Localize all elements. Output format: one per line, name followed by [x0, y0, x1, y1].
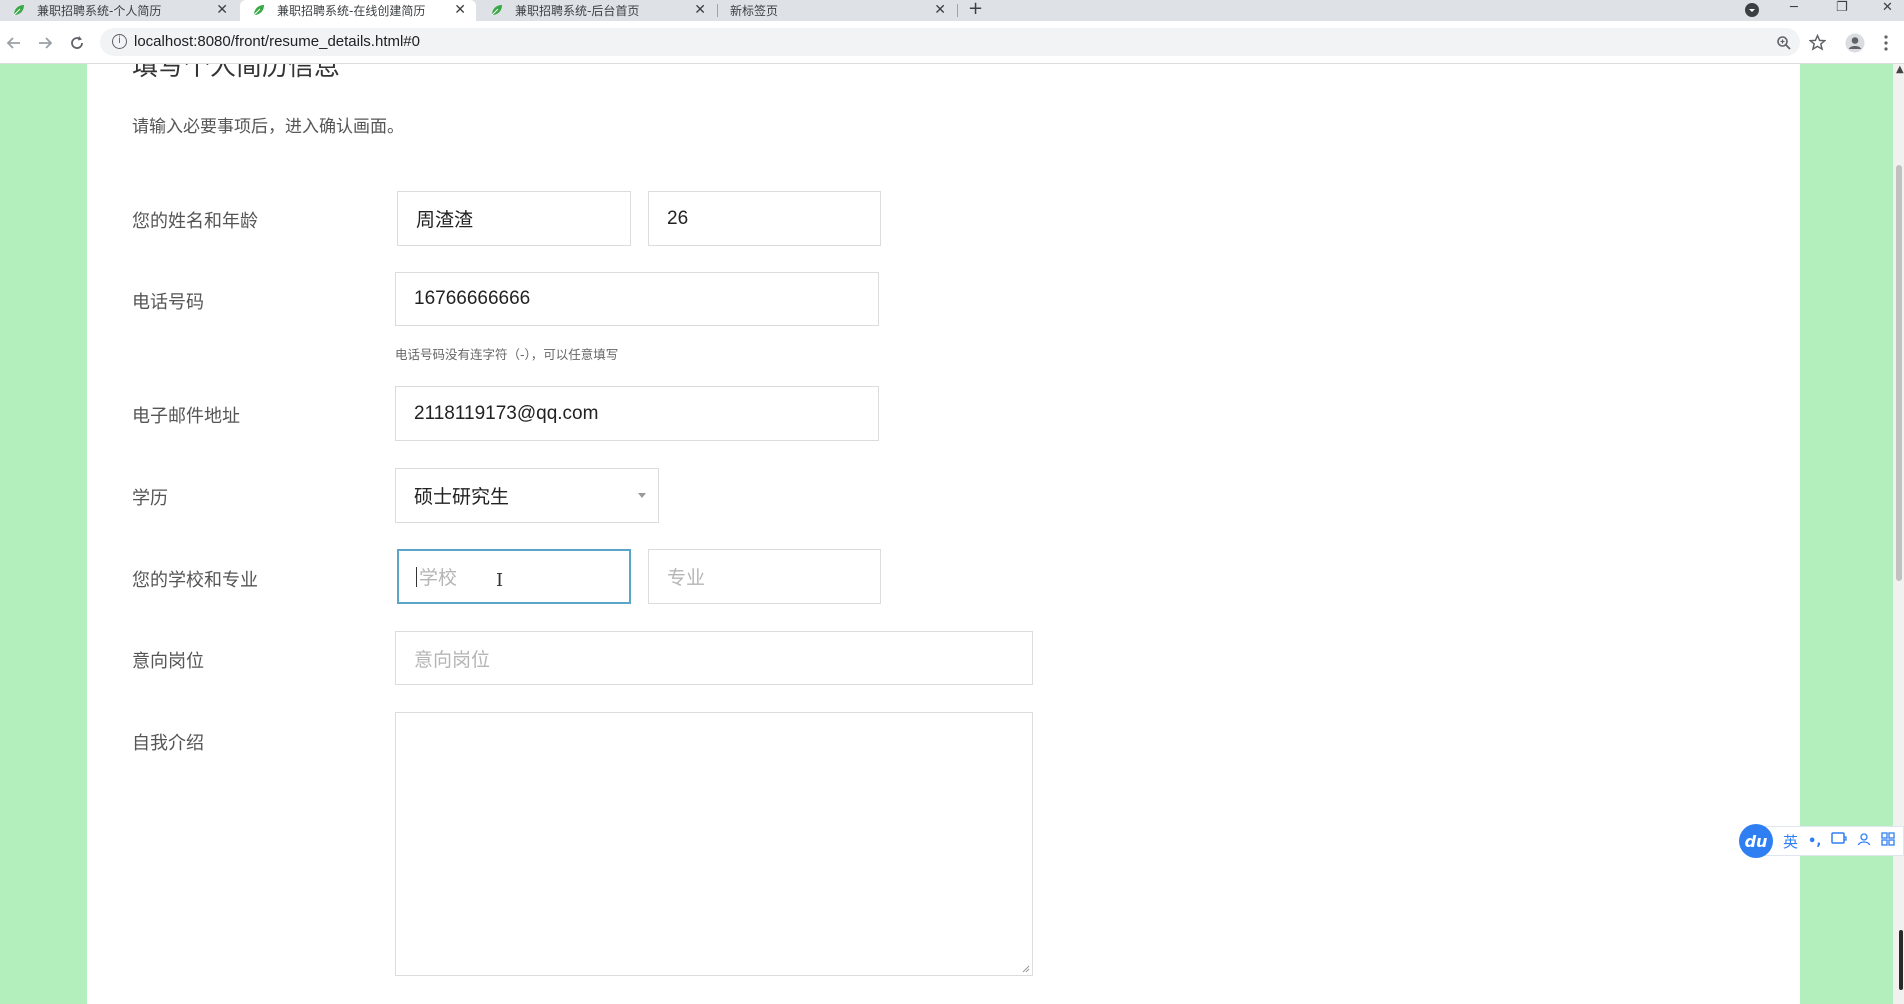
- page-background-left: [0, 64, 87, 1004]
- education-select[interactable]: 硕士研究生: [395, 468, 659, 523]
- url-text[interactable]: localhost:8080/front/resume_details.html…: [134, 33, 420, 50]
- dropdown-arrow-icon: [638, 493, 646, 498]
- bookmark-star-icon[interactable]: [1809, 21, 1826, 64]
- scrollbar-lower-thumb[interactable]: [1899, 930, 1903, 990]
- new-tab-button[interactable]: +: [968, 0, 983, 18]
- scroll-up-arrow-icon[interactable]: ▲: [1896, 64, 1904, 75]
- school-placeholder: 学校: [419, 568, 458, 589]
- leaf-favicon-icon: [490, 4, 503, 17]
- tab-title: 兼职招聘系统-在线创建简历: [277, 4, 426, 18]
- tab-search-icon[interactable]: [1744, 2, 1760, 23]
- site-info-icon[interactable]: i: [112, 34, 127, 49]
- back-arrow-icon[interactable]: [6, 21, 22, 64]
- zoom-icon[interactable]: [1776, 21, 1792, 64]
- school-major-label: 您的学校和专业: [132, 570, 258, 591]
- leaf-favicon-icon: [252, 4, 265, 17]
- tab-create-resume[interactable]: 兼职招聘系统-在线创建简历 ✕: [240, 0, 476, 21]
- tab-close-icon[interactable]: ✕: [694, 1, 706, 19]
- email-value: 2118119173@qq.com: [414, 402, 599, 424]
- school-input[interactable]: 学校: [397, 549, 631, 604]
- reload-icon[interactable]: [69, 21, 85, 64]
- name-input[interactable]: 周渣渣: [397, 191, 631, 246]
- phone-hint: 电话号码没有连字符（-），可以任意填写: [395, 347, 619, 362]
- profile-avatar-icon[interactable]: [1845, 21, 1865, 64]
- ime-language-toggle[interactable]: 英: [1783, 831, 1798, 852]
- education-label: 学历: [132, 488, 168, 509]
- du-logo-icon[interactable]: du: [1739, 824, 1773, 858]
- clipped-heading-wrapper: 填写个人简历信息: [0, 64, 1904, 84]
- age-value: 26: [667, 207, 689, 229]
- ime-punctuation-toggle[interactable]: •,: [1808, 834, 1821, 849]
- tab-new-tab-page[interactable]: 新标签页 ✕: [718, 0, 956, 21]
- phone-value: 16766666666: [414, 288, 531, 309]
- tab-personal-resume[interactable]: 兼职招聘系统-个人简历 ✕: [0, 0, 238, 21]
- minimize-button[interactable]: ─: [1790, 0, 1798, 21]
- major-placeholder: 专业: [667, 568, 706, 589]
- scrollbar-thumb[interactable]: [1896, 165, 1902, 581]
- name-value: 周渣渣: [416, 210, 474, 231]
- tab-title: 兼职招聘系统-个人简历: [37, 4, 162, 18]
- tab-title: 兼职招聘系统-后台首页: [515, 4, 640, 18]
- email-field[interactable]: 2118119173@qq.com: [395, 386, 879, 441]
- form-instruction: 请输入必要事项后，进入确认画面。: [132, 117, 404, 137]
- tab-admin-home[interactable]: 兼职招聘系统-后台首页 ✕: [478, 0, 716, 21]
- position-input[interactable]: 意向岗位: [395, 631, 1033, 685]
- address-bar[interactable]: i localhost:8080/front/resume_details.ht…: [100, 28, 1800, 56]
- leaf-favicon-icon: [12, 4, 25, 17]
- phone-input[interactable]: 16766666666: [395, 272, 879, 326]
- intro-textarea[interactable]: [395, 712, 1033, 976]
- email-label: 电子邮件地址: [132, 406, 240, 427]
- tab-title: 新标签页: [730, 4, 779, 18]
- education-selected-value: 硕士研究生: [414, 487, 510, 508]
- name-age-label: 您的姓名和年龄: [132, 211, 258, 232]
- position-placeholder: 意向岗位: [414, 649, 491, 671]
- major-input[interactable]: 专业: [648, 549, 881, 604]
- phone-label: 电话号码: [132, 292, 204, 313]
- tab-separator: [957, 4, 958, 17]
- ime-toolbar[interactable]: du 英 •,: [1739, 824, 1904, 858]
- forward-arrow-icon[interactable]: [37, 21, 53, 64]
- ime-grid-icon[interactable]: [1881, 832, 1895, 850]
- tab-close-icon[interactable]: ✕: [934, 1, 946, 19]
- position-label: 意向岗位: [132, 651, 204, 672]
- tab-close-icon[interactable]: ✕: [216, 1, 228, 19]
- page-background-right: [1800, 64, 1904, 1004]
- age-input[interactable]: 26: [648, 191, 881, 246]
- browser-toolbar: i localhost:8080/front/resume_details.ht…: [0, 21, 1904, 64]
- restore-button[interactable]: ❐: [1836, 0, 1848, 21]
- ime-keyboard-icon[interactable]: [1831, 832, 1847, 850]
- ime-user-icon[interactable]: [1857, 832, 1871, 850]
- resize-grip-icon[interactable]: [1021, 964, 1030, 973]
- mouse-ibeam-cursor-icon: I: [496, 570, 504, 591]
- tab-close-icon[interactable]: ✕: [454, 1, 466, 19]
- tab-strip: 兼职招聘系统-个人简历 ✕ 兼职招聘系统-在线创建简历 ✕ 兼职招聘系统-后台首…: [0, 0, 1904, 21]
- text-caret: [416, 566, 417, 587]
- page-heading: 填写个人简历信息: [132, 64, 341, 82]
- intro-label: 自我介绍: [132, 733, 204, 754]
- window-close-button[interactable]: ✕: [1882, 0, 1893, 21]
- more-menu-icon[interactable]: [1884, 21, 1888, 64]
